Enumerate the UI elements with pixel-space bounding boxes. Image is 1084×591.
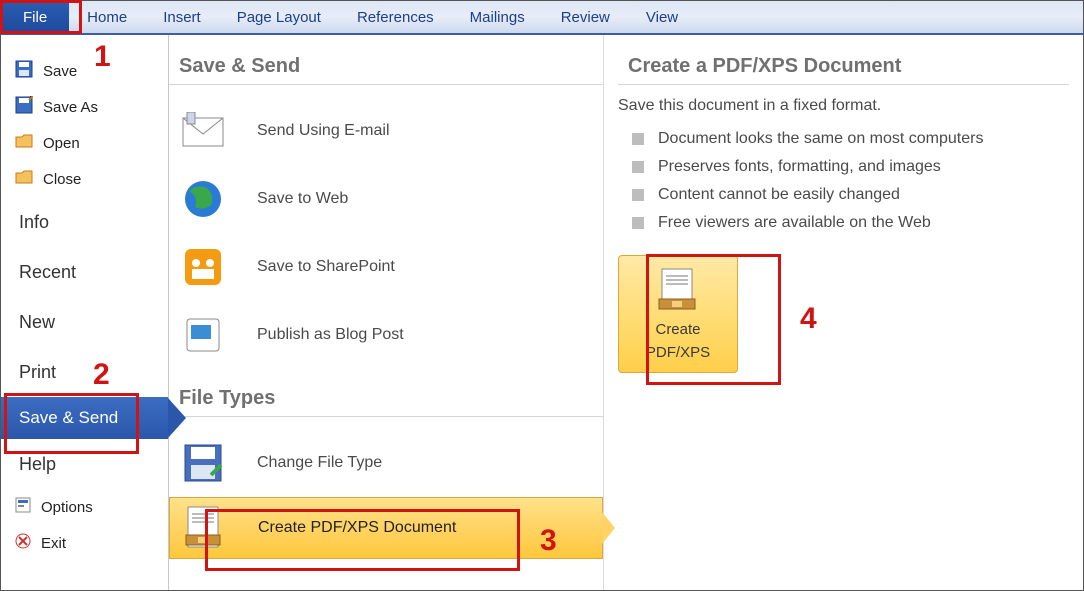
exit-icon	[15, 533, 31, 553]
annotation-callout-3: 3	[540, 524, 557, 558]
blog-icon	[179, 311, 227, 359]
sidebar-item-label: Close	[43, 171, 81, 188]
sidebar-item-options[interactable]: Options	[1, 489, 168, 525]
action-change-file-type[interactable]: Change File Type	[169, 429, 603, 497]
sidebar-item-new[interactable]: New	[1, 297, 168, 347]
sidebar-item-label: Open	[43, 135, 80, 152]
globe-icon	[179, 175, 227, 223]
annotation-callout-1: 1	[94, 40, 111, 74]
tab-insert[interactable]: Insert	[145, 1, 219, 33]
tab-home[interactable]: Home	[69, 1, 145, 33]
sidebar-item-open[interactable]: Open	[1, 125, 168, 161]
action-label: Create PDF/XPS Document	[258, 519, 456, 537]
sidebar-item-exit[interactable]: Exit	[1, 525, 168, 561]
pdf-document-large-icon	[657, 267, 699, 315]
tab-file[interactable]: File	[1, 1, 69, 33]
sidebar-item-help[interactable]: Help	[1, 439, 168, 489]
action-save-web[interactable]: Save to Web	[169, 165, 603, 233]
floppy-large-icon	[179, 439, 227, 487]
bullet-text: Preserves fonts, formatting, and images	[658, 158, 941, 176]
ribbon-tabs: File Home Insert Page Layout References …	[1, 1, 1083, 35]
sidebar-item-save-send[interactable]: Save & Send	[1, 397, 168, 439]
sidebar-item-label: Save & Send	[19, 408, 118, 428]
action-publish-blog[interactable]: Publish as Blog Post	[169, 301, 603, 369]
bullet-text: Free viewers are available on the Web	[658, 214, 931, 232]
details-description: Save this document in a fixed format.	[618, 97, 1069, 115]
tab-references[interactable]: References	[339, 1, 452, 33]
action-save-sharepoint[interactable]: Save to SharePoint	[169, 233, 603, 301]
create-pdf-xps-button[interactable]: Create PDF/XPS	[618, 255, 738, 373]
bullet-item: Free viewers are available on the Web	[618, 209, 1069, 237]
section-title-file-types: File Types	[169, 387, 603, 417]
bullet-item: Content cannot be easily changed	[618, 181, 1069, 209]
sidebar-item-recent[interactable]: Recent	[1, 247, 168, 297]
folder-close-icon	[15, 168, 33, 190]
sidebar-item-save-as[interactable]: Save As	[1, 89, 168, 125]
envelope-icon	[179, 107, 227, 155]
bullet-item: Preserves fonts, formatting, and images	[618, 153, 1069, 181]
button-label-line1: Create	[655, 321, 700, 338]
folder-open-icon	[15, 132, 33, 154]
sidebar-item-label: Save	[43, 63, 77, 80]
options-icon	[15, 497, 31, 517]
bullet-text: Document looks the same on most computer…	[658, 130, 983, 148]
action-label: Save to SharePoint	[257, 258, 395, 276]
action-label: Publish as Blog Post	[257, 326, 404, 344]
sidebar-item-close[interactable]: Close	[1, 161, 168, 197]
tab-view[interactable]: View	[628, 1, 696, 33]
action-label: Change File Type	[257, 454, 382, 472]
details-title: Create a PDF/XPS Document	[618, 55, 1069, 85]
annotation-callout-2: 2	[93, 358, 110, 392]
details-bullets: Document looks the same on most computer…	[618, 125, 1069, 237]
action-label: Send Using E-mail	[257, 122, 390, 140]
sidebar-item-info[interactable]: Info	[1, 197, 168, 247]
sidebar-item-label: Save As	[43, 99, 98, 116]
sidebar-item-save[interactable]: Save	[1, 53, 168, 89]
floppy-icon	[15, 60, 33, 82]
bullet-text: Content cannot be easily changed	[658, 186, 900, 204]
section-title-save-send: Save & Send	[169, 55, 603, 85]
tab-page-layout[interactable]: Page Layout	[219, 1, 339, 33]
bullet-item: Document looks the same on most computer…	[618, 125, 1069, 153]
sidebar-item-print[interactable]: Print	[1, 347, 168, 397]
annotation-callout-4: 4	[800, 302, 817, 336]
action-create-pdf-xps[interactable]: Create PDF/XPS Document	[169, 497, 603, 559]
action-send-email[interactable]: Send Using E-mail	[169, 97, 603, 165]
sidebar-item-label: Options	[41, 499, 93, 516]
sidebar-item-label: Exit	[41, 535, 66, 552]
button-label-line2: PDF/XPS	[646, 344, 710, 361]
backstage-sidebar: Save Save As Open Close Info Recent New …	[1, 35, 169, 590]
action-label: Save to Web	[257, 190, 348, 208]
sharepoint-icon	[179, 243, 227, 291]
tab-review[interactable]: Review	[543, 1, 628, 33]
details-column: Create a PDF/XPS Document Save this docu…	[604, 35, 1083, 590]
tab-mailings[interactable]: Mailings	[452, 1, 543, 33]
floppy-pencil-icon	[15, 96, 33, 118]
save-send-column: Save & Send Send Using E-mail Save to We…	[169, 35, 604, 590]
pdf-document-icon	[180, 504, 228, 552]
